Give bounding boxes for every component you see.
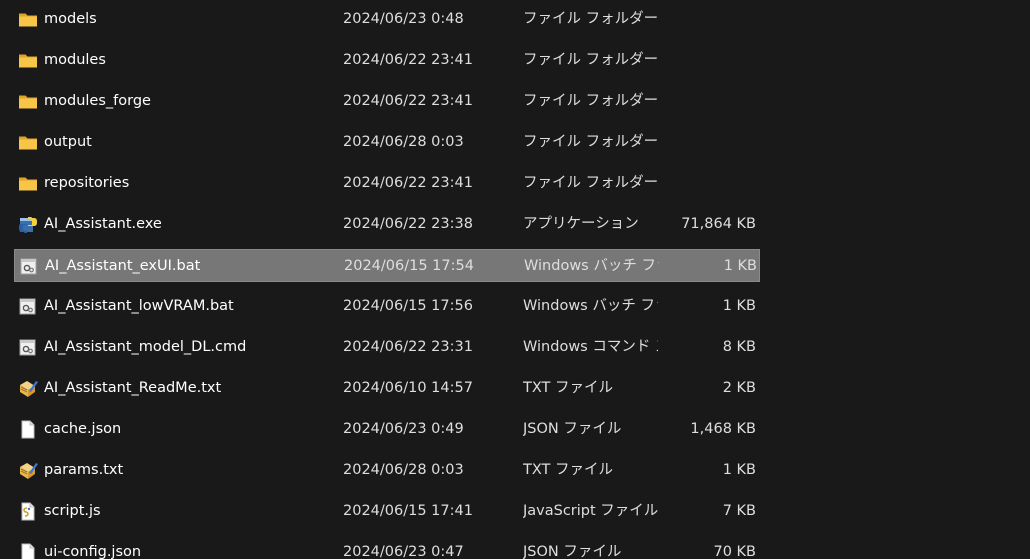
file-modified-date: 2024/06/22 23:38 [343, 216, 473, 232]
file-name: models [44, 11, 97, 27]
file-type: アプリケーション [523, 216, 639, 232]
batch-file-icon [19, 257, 39, 276]
notepad-icon [18, 379, 38, 398]
file-name: AI_Assistant_lowVRAM.bat [44, 298, 234, 314]
file-row[interactable]: ui-config.json 2024/06/23 0:47 JSON ファイル 70… [14, 536, 760, 559]
file-row[interactable]: models 2024/06/23 0:48 ファイル フォルダー [14, 3, 760, 36]
file-size: 71,864 KB [681, 216, 756, 232]
file-size [654, 85, 756, 118]
file-modified-date: 2024/06/10 14:57 [343, 380, 473, 396]
file-size: 8 KB [722, 339, 756, 355]
folder-icon [18, 174, 38, 193]
script-file-icon [18, 502, 38, 521]
file-modified-date: 2024/06/22 23:41 [343, 93, 473, 109]
file-type: ファイル フォルダー [523, 134, 658, 150]
folder-icon [18, 51, 38, 70]
file-row[interactable]: repositories 2024/06/22 23:41 ファイル フォルダー [14, 167, 760, 200]
file-type: JSON ファイル [523, 421, 622, 437]
file-type: ファイル フォルダー [523, 93, 658, 109]
batch-file-icon [18, 297, 38, 316]
file-modified-date: 2024/06/22 23:31 [343, 339, 473, 355]
file-name: cache.json [44, 421, 122, 437]
folder-icon [18, 92, 38, 111]
folder-icon [18, 10, 38, 29]
file-name: ui-config.json [44, 544, 142, 559]
file-type: ファイル フォルダー [523, 175, 658, 191]
blank-file-icon [18, 420, 38, 439]
file-modified-date: 2024/06/15 17:41 [343, 503, 473, 519]
file-type: JavaScript ファイル [523, 503, 658, 519]
file-modified-date: 2024/06/15 17:54 [344, 258, 474, 274]
file-modified-date: 2024/06/23 0:48 [343, 11, 464, 27]
file-row[interactable]: output 2024/06/28 0:03 ファイル フォルダー [14, 126, 760, 159]
file-row[interactable]: cache.json 2024/06/23 0:49 JSON ファイル 1,468 … [14, 413, 760, 446]
file-size [654, 126, 756, 159]
file-modified-date: 2024/06/28 0:03 [343, 462, 464, 478]
folder-icon [18, 133, 38, 152]
file-size: 2 KB [722, 380, 756, 396]
file-size: 1 KB [722, 462, 756, 478]
file-size: 1 KB [722, 298, 756, 314]
file-size [654, 3, 756, 36]
file-type: TXT ファイル [523, 462, 614, 478]
file-name: repositories [44, 175, 130, 191]
file-row[interactable]: AI_Assistant.exe 2024/06/22 23:38 アプリケーション… [14, 208, 760, 241]
file-modified-date: 2024/06/15 17:56 [343, 298, 473, 314]
file-type: TXT ファイル [523, 380, 614, 396]
batch-file-icon [18, 338, 38, 357]
file-size [654, 167, 756, 200]
python-exe-icon [18, 215, 38, 234]
file-row-selected[interactable]: AI_Assistant_exUI.bat 2024/06/15 17:54 Win… [14, 249, 760, 282]
file-modified-date: 2024/06/28 0:03 [343, 134, 464, 150]
file-row[interactable]: AI_Assistant_ReadMe.txt 2024/06/10 14:57 T… [14, 372, 760, 405]
file-type: Windows バッチ ファ... [524, 258, 659, 274]
blank-file-icon [18, 543, 38, 559]
notepad-icon [18, 461, 38, 480]
file-name: AI_Assistant_ReadMe.txt [44, 380, 222, 396]
file-name: params.txt [44, 462, 124, 478]
file-size: 1,468 KB [690, 421, 756, 437]
file-name: AI_Assistant_model_DL.cmd [44, 339, 247, 355]
file-modified-date: 2024/06/22 23:41 [343, 175, 473, 191]
file-row[interactable]: params.txt 2024/06/28 0:03 TXT ファイル 1 KB [14, 454, 760, 487]
file-size: 70 KB [713, 544, 756, 559]
file-type: ファイル フォルダー [523, 11, 658, 27]
file-size [654, 44, 756, 77]
file-type: ファイル フォルダー [523, 52, 658, 68]
file-row[interactable]: modules_forge 2024/06/22 23:41 ファイル フォルダー [14, 85, 760, 118]
file-name: output [44, 134, 92, 150]
file-row[interactable]: AI_Assistant_model_DL.cmd 2024/06/22 23:3… [14, 331, 760, 364]
file-name: modules_forge [44, 93, 151, 109]
file-row[interactable]: modules 2024/06/22 23:41 ファイル フォルダー [14, 44, 760, 77]
file-row[interactable]: AI_Assistant_lowVRAM.bat 2024/06/15 17:56… [14, 290, 760, 323]
file-name: modules [44, 52, 106, 68]
file-size: 7 KB [722, 503, 756, 519]
file-name: AI_Assistant_exUI.bat [45, 258, 201, 274]
file-size: 1 KB [723, 258, 757, 274]
file-type: Windows バッチ ファ... [523, 298, 658, 314]
file-modified-date: 2024/06/23 0:49 [343, 421, 464, 437]
file-list: models 2024/06/23 0:48 ファイル フォルダー modules 20… [0, 0, 1030, 559]
file-modified-date: 2024/06/22 23:41 [343, 52, 473, 68]
file-name: AI_Assistant.exe [44, 216, 162, 232]
file-name: script.js [44, 503, 101, 519]
file-row[interactable]: script.js 2024/06/15 17:41 JavaScript ファイル… [14, 495, 760, 528]
file-type: Windows コマンド ス... [523, 339, 658, 355]
file-modified-date: 2024/06/23 0:47 [343, 544, 464, 559]
file-type: JSON ファイル [523, 544, 622, 559]
